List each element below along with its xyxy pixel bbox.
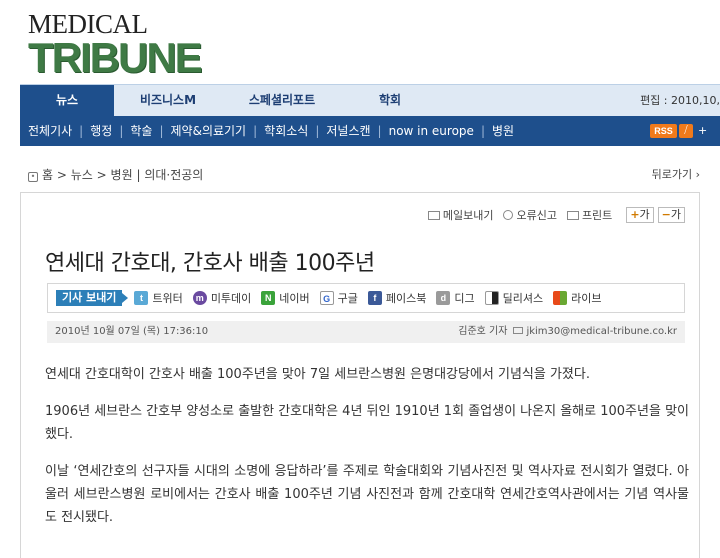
share-bar: 기사 보내기 t 트위터 m 미투데이 N 네이버 G 구글 f 페이스북 d 디그 딜리셔… [47,283,685,313]
article-meta: 2010년 10월 07일 (목) 17:36:10 김준호 기자 jkim30@… [47,321,685,343]
mail-icon [513,327,524,334]
subnav-item-europe[interactable]: now in europe [389,124,474,138]
rss-feed-icon[interactable]: ⧸ [679,124,693,138]
email-tool[interactable]: 메일보내기 [427,207,494,223]
tab-special-report[interactable]: 스페셜리포트 [232,85,332,117]
share-facebook-label: 페이스북 [385,292,427,305]
zoom-out-button[interactable]: −가 [657,207,685,223]
article-title: 연세대 간호대, 간호사 배출 100주년 [45,251,375,276]
site-logo[interactable]: MEDICAL TRIBUNE [28,10,203,81]
report-tool[interactable]: 오류신고 [503,207,557,223]
subnav-separator: | [119,124,124,138]
subnav-separator: | [159,124,164,138]
tab-business-m[interactable]: 비즈니스M [120,85,216,117]
zoom-out-label: 가 [670,208,681,221]
subnav-separator: | [79,124,84,138]
share-delicious-label: 딜리셔스 [502,292,544,305]
author-name: 김준호 기자 [458,326,508,337]
share-twitter-label: 트위터 [152,292,183,305]
naver-icon: N [261,291,276,305]
sub-nav-items: 전체기사 | 행정 | 학술 | 제약&의료기기 | 학회소식 | 저널스캔 | now in euro… [28,116,514,146]
breadcrumb-arrow: > [56,168,71,182]
plus-icon: + [630,208,640,221]
subnav-item-admin[interactable]: 행정 [90,124,112,138]
twitter-icon: t [134,291,149,305]
more-icon[interactable]: + [698,116,707,146]
breadcrumb-home[interactable]: 홈 [42,168,53,182]
subnav-item-journal-scan[interactable]: 저널스캔 [326,124,370,138]
tab-news[interactable]: 뉴스 [20,85,114,117]
article-paragraph: 연세대 간호대학이 간호사 배출 100주년을 맞아 7일 세브란스병원 은명대… [45,367,590,382]
share-facebook[interactable]: f 페이스북 [367,290,427,306]
print-tool[interactable]: 프린트 [566,207,613,223]
email-label: 메일보내기 [442,209,494,222]
article-paragraph: 이날 ‘연세간호의 선구자들 시대의 소명에 응답하라’를 주제로 학술대회와 … [45,464,689,525]
breadcrumb-news[interactable]: 뉴스 [71,168,93,182]
windows-live-icon [553,291,568,305]
home-icon: • [28,172,38,182]
subnav-separator: | [315,124,320,138]
share-naver[interactable]: N 네이버 [261,290,310,306]
zoom-in-button[interactable]: +가 [626,207,654,223]
share-naver-label: 네이버 [279,292,310,305]
share-live[interactable]: 라이브 [553,290,602,306]
subnav-separator: | [480,124,485,138]
minus-icon: − [661,208,671,221]
article-byline: 김준호 기자 jkim30@medical-tribune.co.kr [458,321,677,343]
print-label: 프린트 [581,209,613,222]
breadcrumb-arrow: > [96,168,111,182]
share-me2day-label: 미투데이 [210,292,252,305]
author-email[interactable]: jkim30@medical-tribune.co.kr [526,326,677,337]
back-label: 뒤로가기 [651,168,693,181]
subnav-item-pharma[interactable]: 제약&의료기기 [171,124,247,138]
breadcrumb-hospital[interactable]: 병원 [111,168,133,182]
sub-nav: 전체기사 | 행정 | 학술 | 제약&의료기기 | 학회소식 | 저널스캔 | now in euro… [20,116,720,146]
share-digg-label: 디그 [454,292,475,305]
delicious-icon [484,291,499,305]
article-date: 2010년 10월 07일 (목) 17:36:10 [55,326,209,337]
tab-academy[interactable]: 학회 [360,85,420,117]
rss-button[interactable]: RSS [650,124,677,138]
share-digg[interactable]: d 디그 [436,290,475,306]
printer-icon [566,210,579,220]
send-article-button[interactable]: 기사 보내기 [56,290,129,306]
article-paragraph: 1906년 세브란스 간호부 양성소로 출발한 간호대학은 4년 뒤인 1910… [45,404,689,442]
chevron-right-icon: › [692,168,700,181]
subnav-separator: | [377,124,382,138]
share-live-label: 라이브 [571,292,602,305]
zoom-in-label: 가 [639,208,650,221]
me2day-icon: m [192,291,207,305]
google-icon: G [319,291,334,305]
report-label: 오류신고 [516,209,557,222]
subnav-item-hospital[interactable]: 병원 [492,124,514,138]
article-body: 연세대 간호대학이 간호사 배출 100주년을 맞아 7일 세브란스병원 은명대… [45,363,689,543]
share-twitter[interactable]: t 트위터 [134,290,183,306]
alert-icon [503,210,514,220]
article-box: 메일보내기 오류신고 프린트 +가 −가 연세대 간호대, 간호사 배출 100… [20,192,700,558]
breadcrumb-medschool[interactable]: 의대·전공의 [144,168,203,182]
breadcrumb: • 홈 > 뉴스 > 병원 | 의대·전공의 [28,166,203,183]
article-tools: 메일보내기 오류신고 프린트 +가 −가 [418,207,685,223]
back-link[interactable]: 뒤로가기 › [652,166,700,182]
main-nav: 뉴스 비즈니스M 스페셜리포트 학회 편집 : 2010,10, [20,84,720,117]
edition-date: 편집 : 2010,10, [640,94,720,107]
subnav-separator: | [253,124,258,138]
share-me2day[interactable]: m 미투데이 [192,290,252,306]
share-google[interactable]: G 구글 [319,290,358,306]
share-delicious[interactable]: 딜리셔스 [484,290,544,306]
facebook-icon: f [367,291,382,305]
subnav-item-academic[interactable]: 학술 [130,124,152,138]
envelope-icon [427,210,440,220]
subnav-item-society-news[interactable]: 학회소식 [264,124,308,138]
subnav-item-all[interactable]: 전체기사 [28,124,72,138]
digg-icon: d [436,291,451,305]
logo-line-tribune: TRIBUNE [28,34,203,81]
share-google-label: 구글 [337,292,358,305]
